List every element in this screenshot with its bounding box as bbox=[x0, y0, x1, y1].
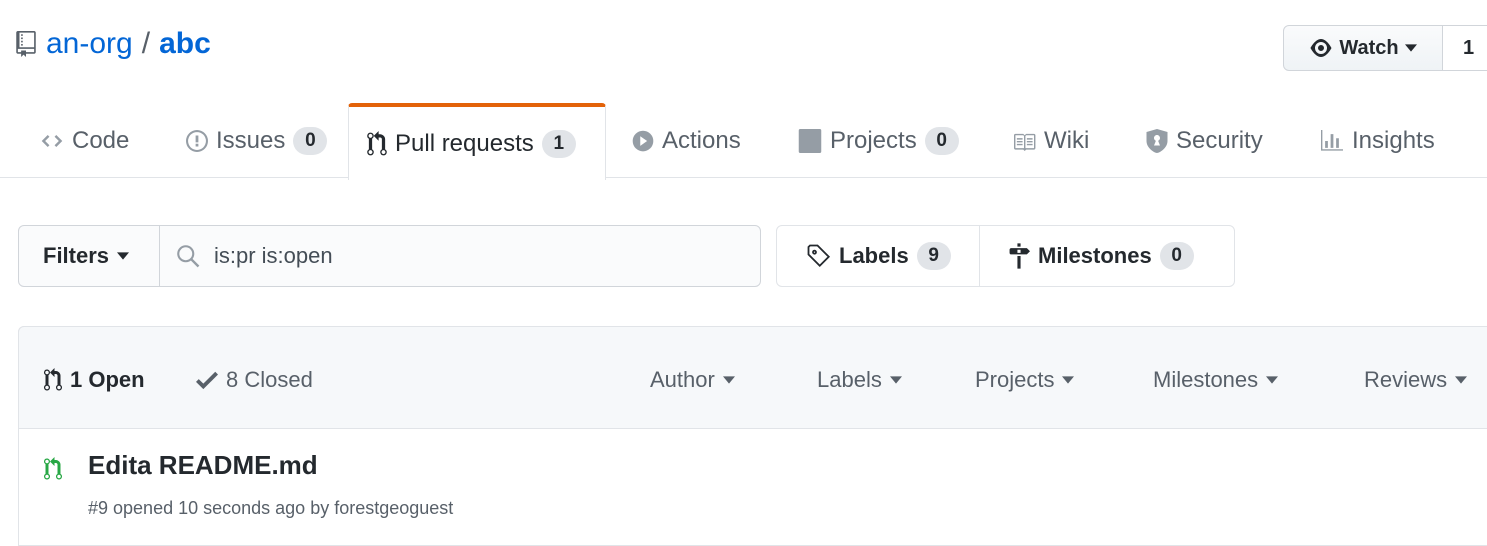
tab-code[interactable]: Code bbox=[40, 103, 129, 179]
tab-label: Pull requests bbox=[395, 129, 534, 157]
tab-label: Code bbox=[72, 127, 130, 154]
chevron-down-icon bbox=[1455, 376, 1468, 384]
author-dropdown[interactable]: Author bbox=[650, 360, 735, 400]
play-icon bbox=[632, 130, 654, 152]
pull-request-title-link[interactable]: Edita README.md bbox=[88, 450, 318, 481]
milestones-label: Milestones bbox=[1038, 243, 1152, 268]
tab-insights[interactable]: Insights bbox=[1320, 103, 1435, 179]
pull-request-meta: #9 opened 10 seconds ago by forestgeogue… bbox=[88, 498, 454, 518]
milestones-dropdown[interactable]: Milestones bbox=[1153, 360, 1279, 400]
tab-label: Actions bbox=[662, 127, 741, 154]
tab-label: Issues bbox=[216, 127, 286, 154]
tag-icon bbox=[807, 244, 831, 268]
milestones-button[interactable]: Milestones 0 bbox=[979, 225, 1235, 287]
labels-label: Labels bbox=[839, 243, 909, 268]
issue-icon bbox=[186, 130, 208, 152]
dropdown-label: Reviews bbox=[1364, 367, 1448, 392]
issues-counter: 0 bbox=[293, 127, 328, 155]
repo-icon bbox=[16, 31, 36, 57]
open-count-label: 1 Open bbox=[70, 367, 145, 392]
labels-button[interactable]: Labels 9 bbox=[776, 225, 980, 287]
projects-dropdown[interactable]: Projects bbox=[975, 360, 1075, 400]
tab-issues[interactable]: Issues 0 bbox=[186, 103, 328, 179]
search-icon bbox=[176, 244, 200, 268]
chevron-down-icon bbox=[1062, 376, 1075, 384]
reviews-dropdown[interactable]: Reviews bbox=[1364, 360, 1468, 400]
closed-count-label: 8 Closed bbox=[226, 367, 313, 392]
repo-owner-link[interactable]: an-org bbox=[46, 27, 133, 61]
watch-button[interactable]: Watch bbox=[1283, 25, 1443, 71]
tab-label: Insights bbox=[1352, 127, 1435, 154]
dropdown-label: Milestones bbox=[1153, 367, 1259, 392]
tab-label: Projects bbox=[830, 127, 917, 154]
closed-filter-link[interactable]: 8 Closed bbox=[196, 360, 313, 400]
pull-requests-counter: 1 bbox=[541, 129, 576, 158]
labels-counter: 9 bbox=[916, 242, 951, 270]
search-box bbox=[159, 225, 761, 287]
eye-icon bbox=[1309, 36, 1333, 60]
repo-separator: / bbox=[141, 27, 151, 60]
dropdown-label: Labels bbox=[817, 367, 882, 392]
code-icon bbox=[40, 132, 64, 150]
chevron-down-icon bbox=[722, 376, 735, 384]
open-filter-link[interactable]: 1 Open bbox=[44, 360, 145, 400]
watch-label: Watch bbox=[1339, 36, 1399, 59]
pull-request-icon bbox=[367, 130, 387, 157]
tab-security[interactable]: Security bbox=[1146, 103, 1263, 179]
filters-button[interactable]: Filters bbox=[18, 225, 160, 287]
chevron-down-icon bbox=[117, 252, 130, 260]
tab-pull-requests[interactable]: Pull requests 1 bbox=[348, 103, 606, 180]
repo-nav-tabs: Code Issues 0 Pull requests 1 Actions Pr… bbox=[0, 103, 1487, 180]
tab-label: Wiki bbox=[1044, 127, 1090, 154]
shield-icon bbox=[1146, 129, 1168, 153]
project-icon bbox=[798, 129, 822, 153]
filters-label: Filters bbox=[43, 243, 110, 268]
book-icon bbox=[1012, 131, 1036, 151]
milestones-counter: 0 bbox=[1159, 242, 1194, 270]
tab-label: Security bbox=[1176, 127, 1263, 154]
dropdown-label: Projects bbox=[975, 367, 1055, 392]
check-icon bbox=[196, 370, 218, 390]
tab-wiki[interactable]: Wiki bbox=[1012, 103, 1089, 179]
chevron-down-icon bbox=[1404, 44, 1417, 52]
chevron-down-icon bbox=[1266, 376, 1279, 384]
repo-name-link[interactable]: abc bbox=[159, 27, 211, 61]
tab-projects[interactable]: Projects 0 bbox=[798, 103, 959, 179]
dropdown-label: Author bbox=[650, 367, 715, 392]
chevron-down-icon bbox=[889, 376, 902, 384]
milestone-icon bbox=[1008, 243, 1030, 269]
open-pull-request-icon bbox=[44, 456, 62, 482]
watch-count[interactable]: 1 bbox=[1443, 25, 1487, 71]
pull-request-icon bbox=[44, 368, 62, 392]
graph-icon bbox=[1320, 130, 1344, 152]
tab-actions[interactable]: Actions bbox=[632, 103, 741, 179]
search-input[interactable] bbox=[212, 242, 716, 270]
repo-title: an-org / abc bbox=[16, 24, 211, 64]
projects-counter: 0 bbox=[924, 127, 959, 155]
labels-dropdown[interactable]: Labels bbox=[817, 360, 902, 400]
watch-group: Watch 1 bbox=[1283, 25, 1487, 71]
